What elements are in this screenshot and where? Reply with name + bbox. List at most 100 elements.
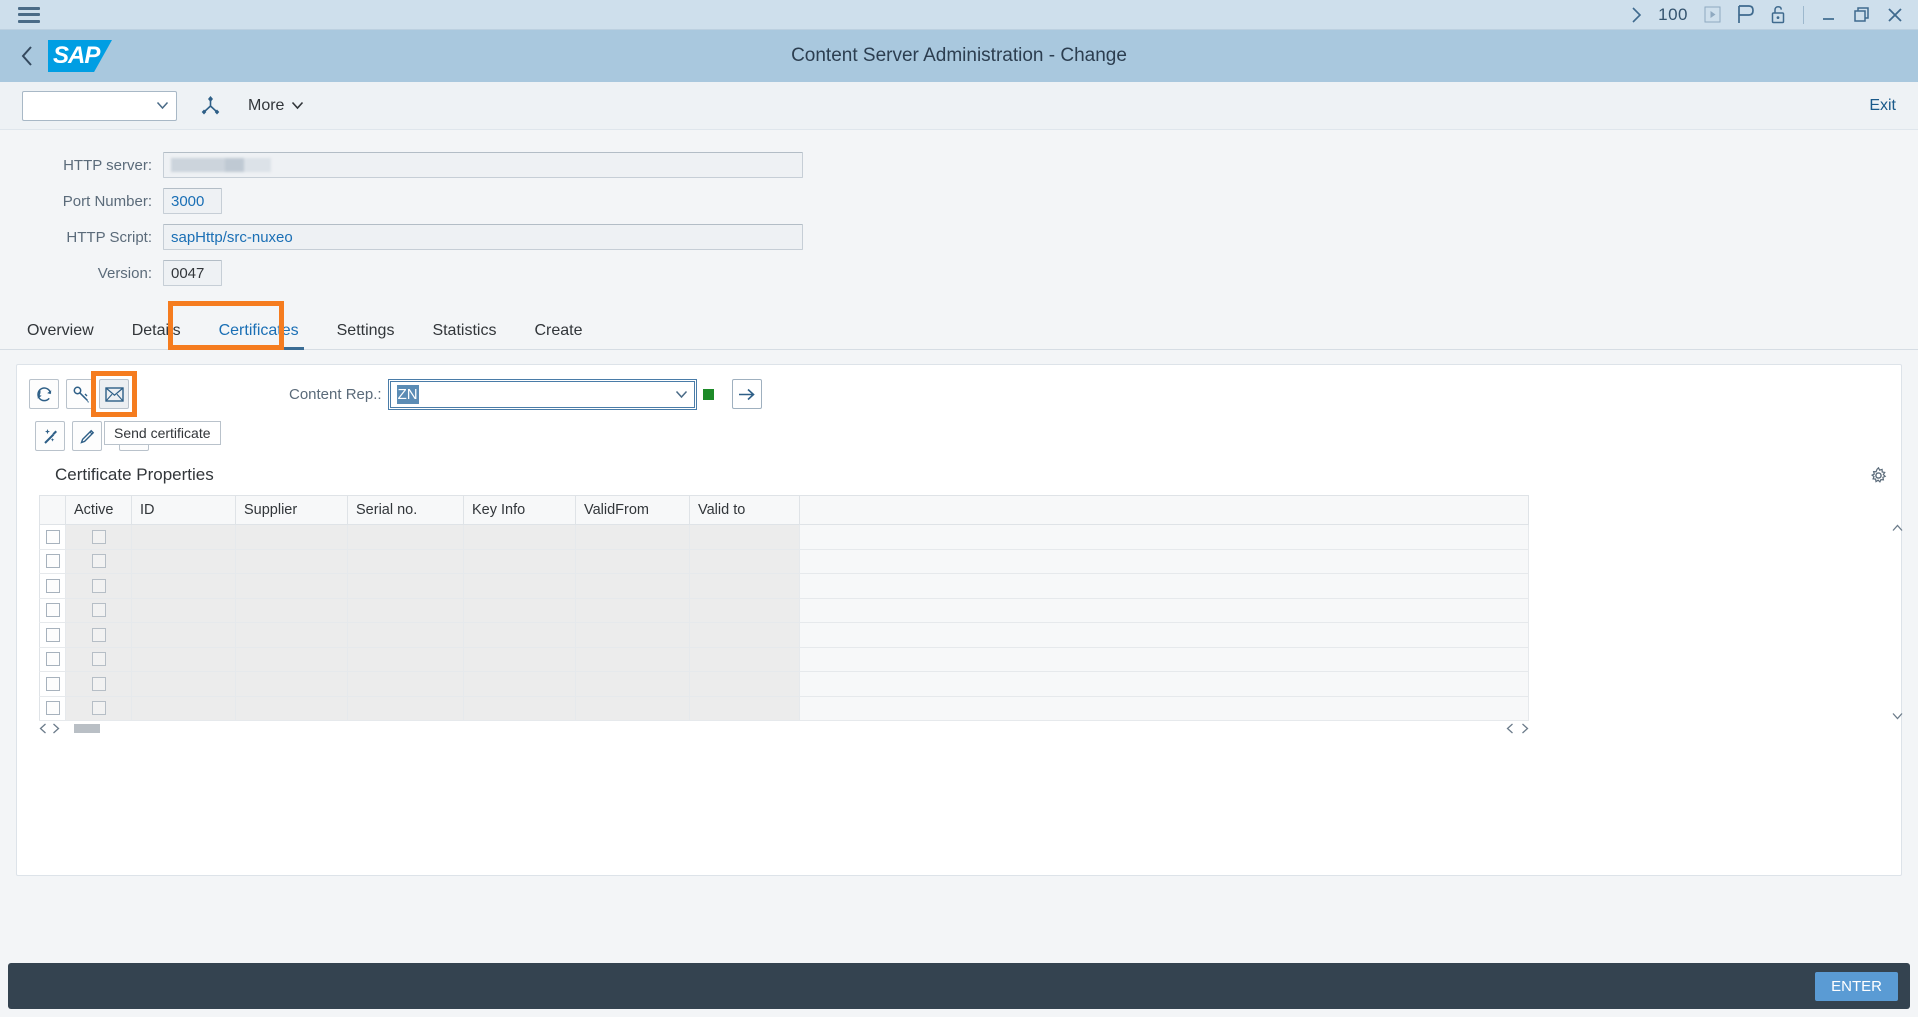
p-flag-icon[interactable] xyxy=(1737,5,1754,24)
supplier-cell[interactable] xyxy=(235,695,348,721)
row-select-cell[interactable] xyxy=(39,646,66,672)
magic-wand-icon[interactable] xyxy=(35,421,65,451)
valid-to-cell[interactable] xyxy=(689,671,800,697)
supplier-cell[interactable] xyxy=(235,524,348,550)
table-row[interactable] xyxy=(39,573,1529,599)
col-key-info[interactable]: Key Info xyxy=(463,495,576,525)
active-checkbox[interactable] xyxy=(91,701,106,716)
send-certificate-button[interactable] xyxy=(99,379,129,409)
row-select-cell[interactable] xyxy=(39,573,66,599)
id-cell[interactable] xyxy=(131,695,236,721)
row-select-checkbox[interactable] xyxy=(45,652,60,667)
row-select-checkbox[interactable] xyxy=(45,578,60,593)
serial-no-cell[interactable] xyxy=(347,573,464,599)
key-info-cell[interactable] xyxy=(463,671,576,697)
scroll-down-icon[interactable] xyxy=(1892,712,1905,720)
key-info-cell[interactable] xyxy=(463,597,576,623)
active-checkbox[interactable] xyxy=(91,627,106,642)
active-cell[interactable] xyxy=(65,524,132,550)
active-checkbox[interactable] xyxy=(91,578,106,593)
enter-button[interactable]: ENTER xyxy=(1815,971,1898,1001)
row-select-cell[interactable] xyxy=(39,622,66,648)
scroll-left-icon[interactable] xyxy=(39,723,47,734)
row-select-cell[interactable] xyxy=(39,695,66,721)
scroll-left-icon[interactable] xyxy=(1506,723,1514,734)
valid-from-cell[interactable] xyxy=(575,622,690,648)
valid-from-cell[interactable] xyxy=(575,524,690,550)
horizontal-scrollbar[interactable] xyxy=(39,721,1529,736)
row-select-checkbox[interactable] xyxy=(45,554,60,569)
active-cell[interactable] xyxy=(65,548,132,574)
active-cell[interactable] xyxy=(65,597,132,623)
hscroll-track[interactable] xyxy=(66,724,1276,733)
valid-to-cell[interactable] xyxy=(689,548,800,574)
valid-from-cell[interactable] xyxy=(575,695,690,721)
valid-from-cell[interactable] xyxy=(575,548,690,574)
valid-to-cell[interactable] xyxy=(689,622,800,648)
table-row[interactable] xyxy=(39,671,1529,697)
valid-from-cell[interactable] xyxy=(575,597,690,623)
col-select[interactable] xyxy=(39,495,66,525)
tab-certificates[interactable]: Certificates xyxy=(200,313,318,350)
serial-no-cell[interactable] xyxy=(347,671,464,697)
row-select-cell[interactable] xyxy=(39,597,66,623)
tab-overview[interactable]: Overview xyxy=(8,313,113,349)
serial-no-cell[interactable] xyxy=(347,524,464,550)
chevron-right-icon[interactable] xyxy=(1631,6,1642,24)
sap-logo[interactable]: SAP xyxy=(48,40,112,72)
port-number-field[interactable]: 3000 xyxy=(163,188,222,214)
unlocked-padlock-icon[interactable] xyxy=(1770,5,1787,24)
hscroll-thumb[interactable] xyxy=(74,724,100,733)
active-cell[interactable] xyxy=(65,695,132,721)
row-select-checkbox[interactable] xyxy=(45,603,60,618)
valid-to-cell[interactable] xyxy=(689,524,800,550)
row-select-checkbox[interactable] xyxy=(45,627,60,642)
restore-window-icon[interactable] xyxy=(1853,6,1870,23)
table-row[interactable] xyxy=(39,622,1529,648)
table-row[interactable] xyxy=(39,695,1529,721)
tab-create[interactable]: Create xyxy=(515,313,601,349)
back-chevron-icon[interactable] xyxy=(20,45,34,67)
valid-from-cell[interactable] xyxy=(575,646,690,672)
table-row[interactable] xyxy=(39,548,1529,574)
hamburger-icon[interactable] xyxy=(18,6,40,23)
row-select-cell[interactable] xyxy=(39,548,66,574)
serial-no-cell[interactable] xyxy=(347,622,464,648)
table-row[interactable] xyxy=(39,597,1529,623)
content-rep-combobox[interactable]: ZN xyxy=(387,378,697,410)
table-row[interactable] xyxy=(39,646,1529,672)
active-cell[interactable] xyxy=(65,671,132,697)
active-checkbox[interactable] xyxy=(91,529,106,544)
http-script-field[interactable]: sapHttp/src-nuxeo xyxy=(163,224,803,250)
exit-button[interactable]: Exit xyxy=(1869,97,1896,115)
minimize-icon[interactable] xyxy=(1820,6,1837,23)
supplier-cell[interactable] xyxy=(235,573,348,599)
scroll-right-icon[interactable] xyxy=(52,723,60,734)
more-menu-button[interactable]: More xyxy=(248,97,304,115)
row-select-checkbox[interactable] xyxy=(45,676,60,691)
active-checkbox[interactable] xyxy=(91,554,106,569)
id-cell[interactable] xyxy=(131,622,236,648)
valid-from-cell[interactable] xyxy=(575,671,690,697)
version-field[interactable]: 0047 xyxy=(163,260,222,286)
col-id[interactable]: ID xyxy=(131,495,236,525)
chevron-down-icon[interactable] xyxy=(156,101,169,110)
key-info-cell[interactable] xyxy=(463,548,576,574)
key-info-cell[interactable] xyxy=(463,622,576,648)
id-cell[interactable] xyxy=(131,548,236,574)
supplier-cell[interactable] xyxy=(235,622,348,648)
key-info-cell[interactable] xyxy=(463,524,576,550)
supplier-cell[interactable] xyxy=(235,646,348,672)
col-supplier[interactable]: Supplier xyxy=(235,495,348,525)
active-cell[interactable] xyxy=(65,646,132,672)
col-active[interactable]: Active xyxy=(65,495,132,525)
branch-share-icon[interactable] xyxy=(199,95,222,117)
valid-to-cell[interactable] xyxy=(689,646,800,672)
active-checkbox[interactable] xyxy=(91,652,106,667)
active-checkbox[interactable] xyxy=(91,603,106,618)
supplier-cell[interactable] xyxy=(235,671,348,697)
serial-no-cell[interactable] xyxy=(347,646,464,672)
serial-no-cell[interactable] xyxy=(347,597,464,623)
key-info-cell[interactable] xyxy=(463,695,576,721)
row-select-checkbox[interactable] xyxy=(45,701,60,716)
